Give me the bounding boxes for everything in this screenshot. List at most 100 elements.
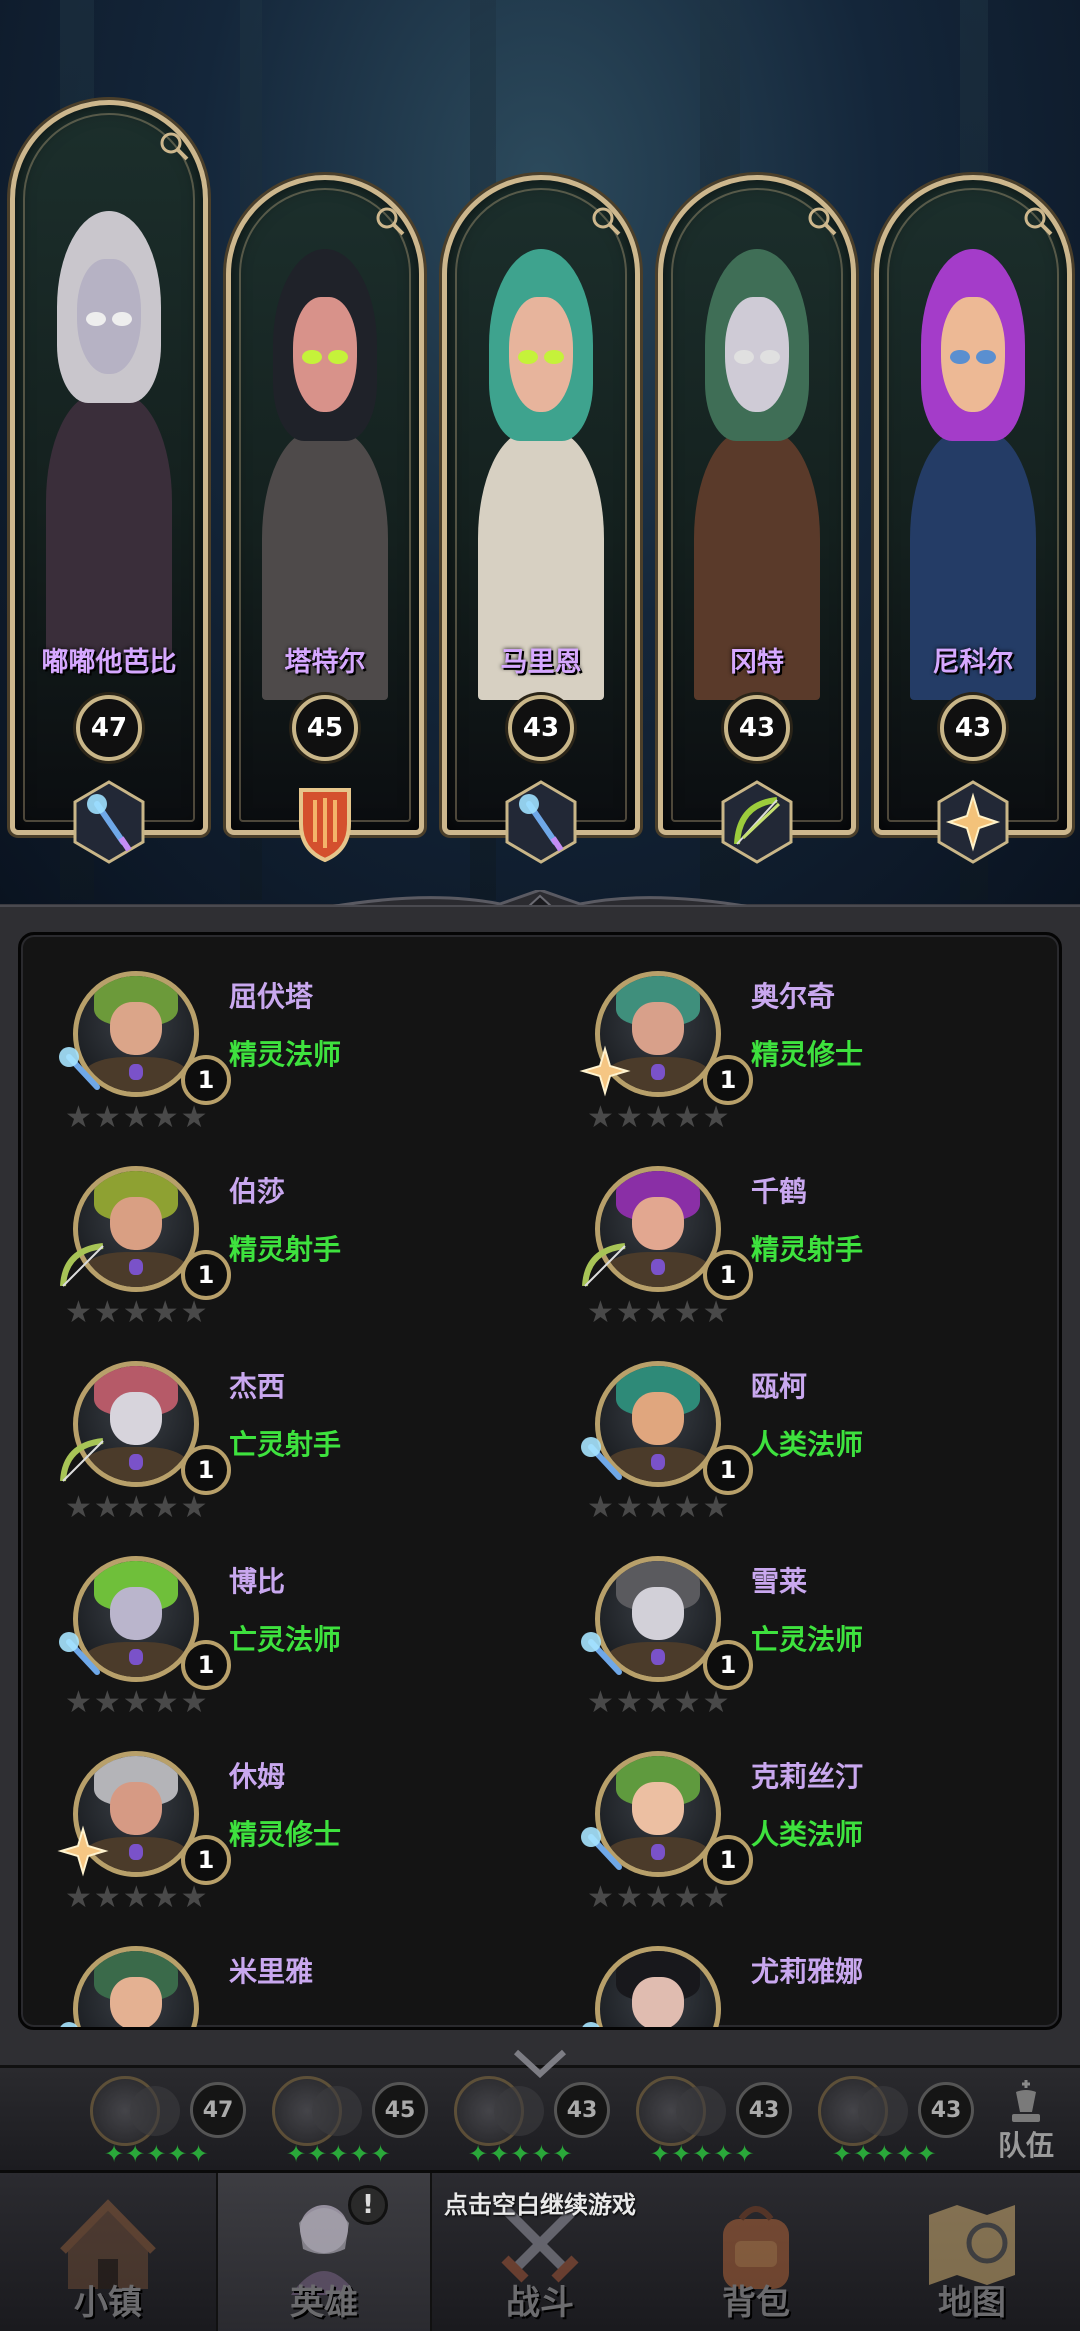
star-icon: ★	[180, 1880, 208, 1915]
star-icon: ★	[65, 1490, 92, 1525]
hero-name: 休姆	[229, 1760, 286, 1793]
star-icon: ★	[587, 1100, 614, 1135]
holy-star-icon	[935, 780, 1011, 864]
team-star-rating: ✦ ✦ ✦ ✦ ✦	[650, 2140, 755, 2168]
hero-list-item[interactable]: 1 ★ ★ ★ ★ ★ 奥尔奇 精灵修士	[543, 953, 1043, 1133]
lineup-hero-level: 47	[76, 695, 142, 761]
star-rating: ★ ★ ★ ★ ★	[587, 1883, 730, 1913]
star-icon: ★	[587, 1880, 614, 1915]
star-icon: ★	[151, 1685, 179, 1720]
magnifier-icon[interactable]	[1023, 206, 1053, 236]
hero-list-item[interactable]: 1 ★ ★ ★ ★ ★ 休姆 精灵修士	[21, 1733, 521, 1913]
hero-list-item[interactable]: 1 ★ ★ ★ ★ ★ 杰西 亡灵射手	[21, 1343, 521, 1523]
magnifier-icon[interactable]	[375, 206, 405, 236]
magnifier-icon[interactable]	[159, 131, 189, 161]
star-icon: ★	[93, 1100, 121, 1135]
hero-name: 米里雅	[229, 1955, 314, 1988]
hero-list-item[interactable]: 1 ★ ★ ★ ★ ★ 克莉丝汀 人类法师	[543, 1733, 1043, 1913]
hero-portrait	[685, 220, 829, 700]
lineup-hero-card[interactable]: 马里恩 43	[442, 175, 640, 864]
team-slot[interactable]: 43 ✦ ✦ ✦ ✦ ✦	[636, 2076, 836, 2166]
tap-to-continue-hint[interactable]: 点击空白继续游戏	[0, 2185, 1080, 2220]
star-icon: ★	[673, 1490, 701, 1525]
hero-portrait	[37, 183, 181, 663]
hero-class: 精灵射手	[751, 1233, 864, 1266]
star-icon: ★	[122, 1880, 150, 1915]
hero-portrait	[253, 220, 397, 700]
hero-roster-list[interactable]: 1 ★ ★ ★ ★ ★ 屈伏塔 精灵法师 1 ★ ★ ★ ★ ★ 奥尔奇 精灵修士 1 ★ ★ ★ ★…	[18, 932, 1062, 2030]
hero-list-item[interactable]: 1 ★ ★ ★ ★ ★ 博比 亡灵法师	[21, 1538, 521, 1718]
team-class-icon	[494, 2086, 544, 2136]
star-rating: ★ ★ ★ ★ ★	[587, 1493, 730, 1523]
team-hero-level: 43	[554, 2082, 610, 2138]
star-icon: ★	[644, 1880, 672, 1915]
hero-list-item[interactable]: 1 ★ ★ ★ ★ ★ 屈伏塔 精灵法师	[21, 953, 521, 1133]
bow-icon	[55, 1433, 111, 1489]
magnifier-icon[interactable]	[591, 206, 621, 236]
star-icon: ★	[122, 1295, 150, 1330]
team-button[interactable]: 队伍	[986, 2078, 1066, 2164]
lineup-hero-card[interactable]: 塔特尔 45	[226, 175, 424, 863]
hero-name: 杰西	[229, 1370, 286, 1403]
star-count-badge: 1	[181, 1055, 231, 1105]
nav-label: 背包	[722, 2283, 790, 2323]
star-count-badge: 1	[181, 1445, 231, 1495]
holy-star-icon	[55, 1823, 111, 1879]
nav-label: 英雄	[290, 2283, 358, 2323]
star-count-badge: 1	[703, 1640, 753, 1690]
star-icon: ★	[615, 1100, 643, 1135]
hero-list-item[interactable]: ★★★★★ 尤莉雅娜	[543, 1928, 1043, 2027]
star-rating: ★ ★ ★ ★ ★	[65, 1688, 208, 1718]
star-rating: ★ ★ ★ ★ ★	[65, 1103, 208, 1133]
star-icon: ★	[587, 1490, 614, 1525]
star-icon: ★	[702, 1880, 730, 1915]
star-icon: ★	[615, 1880, 643, 1915]
star-count-badge: 1	[181, 1250, 231, 1300]
star-icon: ★	[644, 1295, 672, 1330]
star-icon: ★	[644, 1685, 672, 1720]
star-icon: ★	[122, 1685, 150, 1720]
team-star-rating: ✦ ✦ ✦ ✦ ✦	[104, 2140, 209, 2168]
star-icon: ★	[180, 1685, 208, 1720]
team-strip[interactable]: 47 ✦ ✦ ✦ ✦ ✦ 45 ✦ ✦ ✦ ✦ ✦ 43 ✦ ✦ ✦ ✦ ✦ 43 ✦ ✦ ✦ ✦ ✦ 43 ✦…	[0, 2065, 1080, 2170]
team-slot[interactable]: 43 ✦ ✦ ✦ ✦ ✦	[454, 2076, 654, 2166]
team-hero-level: 47	[190, 2082, 246, 2138]
team-slot[interactable]: 47 ✦ ✦ ✦ ✦ ✦	[90, 2076, 290, 2166]
hero-name: 克莉丝汀	[751, 1760, 864, 1793]
staff-icon	[577, 1433, 633, 1489]
magnifier-icon[interactable]	[807, 206, 837, 236]
hero-portrait	[469, 220, 613, 700]
star-icon: ★	[93, 1490, 121, 1525]
scroll-down-arrow-icon[interactable]	[512, 2048, 568, 2078]
team-slot[interactable]: 45 ✦ ✦ ✦ ✦ ✦	[272, 2076, 472, 2166]
lineup-hero-level: 43	[724, 695, 790, 761]
hero-class: 亡灵射手	[229, 1428, 342, 1461]
hero-list-item[interactable]: ★★★★★ 米里雅	[21, 1928, 521, 2027]
nav-label: 小镇	[74, 2283, 142, 2323]
star-rating: ★ ★ ★ ★ ★	[65, 1883, 208, 1913]
star-icon: ★	[673, 1880, 701, 1915]
hero-list-item[interactable]: 1 ★ ★ ★ ★ ★ 雪莱 亡灵法师	[543, 1538, 1043, 1718]
team-star-rating: ✦ ✦ ✦ ✦ ✦	[832, 2140, 937, 2168]
hero-class: 精灵法师	[229, 1038, 342, 1071]
star-count-badge: 1	[703, 1835, 753, 1885]
hero-list-item[interactable]: 1 ★ ★ ★ ★ ★ 千鹤 精灵射手	[543, 1148, 1043, 1328]
lineup-hero-card[interactable]: 尼科尔 43	[874, 175, 1072, 864]
star-rating: ★ ★ ★ ★ ★	[65, 1493, 208, 1523]
team-class-icon	[858, 2086, 908, 2136]
staff-icon	[577, 2018, 633, 2027]
star-icon: ★	[702, 1100, 730, 1135]
lineup-hero-card[interactable]: 冈特 43	[658, 175, 856, 864]
chess-king-icon	[1012, 2080, 1040, 2122]
star-icon: ★	[702, 1685, 730, 1720]
star-icon: ★	[93, 1295, 121, 1330]
hero-name: 尤莉雅娜	[751, 1955, 864, 1988]
nav-label: 战斗	[506, 2283, 574, 2323]
hero-list-item[interactable]: 1 ★ ★ ★ ★ ★ 伯莎 精灵射手	[21, 1148, 521, 1328]
star-icon: ★	[587, 1295, 614, 1330]
hero-list-item[interactable]: 1 ★ ★ ★ ★ ★ 瓯柯 人类法师	[543, 1343, 1043, 1523]
lineup-hero-card[interactable]: 嘟嘟他芭比 47	[10, 100, 208, 864]
hero-class: 精灵射手	[229, 1233, 342, 1266]
star-icon: ★	[65, 1880, 92, 1915]
star-rating: ★ ★ ★ ★ ★	[587, 1688, 730, 1718]
